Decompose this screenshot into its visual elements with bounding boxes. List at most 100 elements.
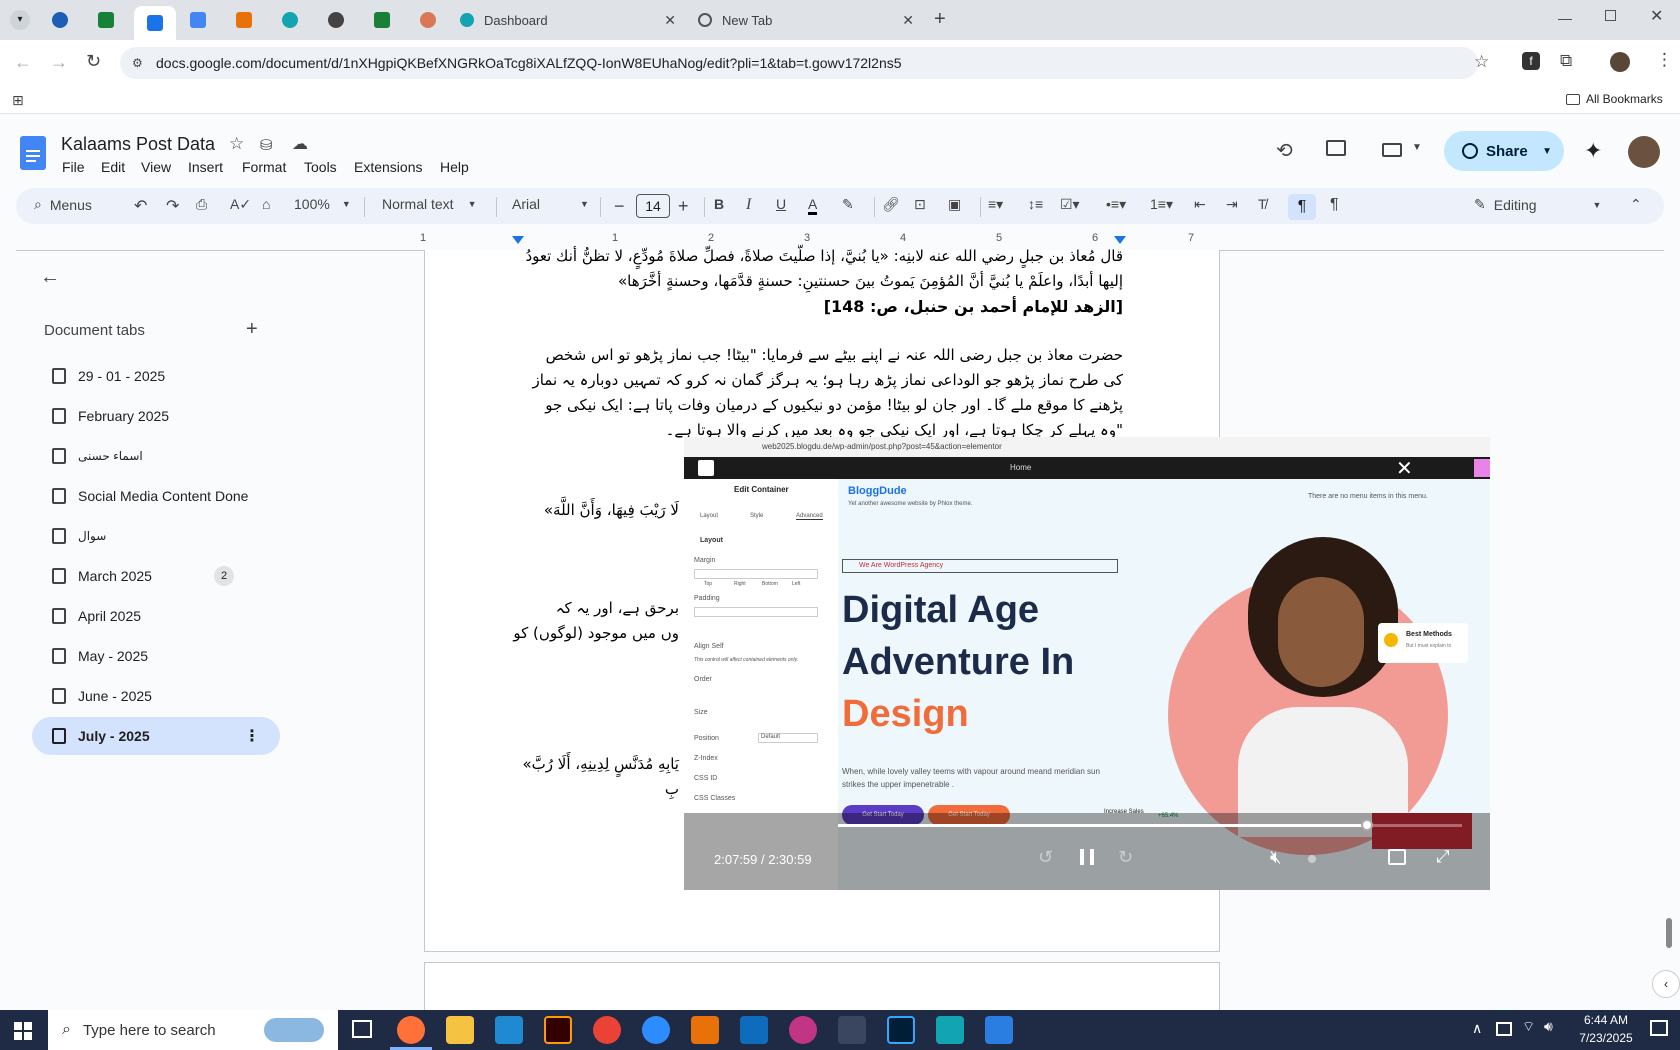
document-page-2[interactable]	[424, 962, 1220, 1012]
volume-icon[interactable]: 🔊︎	[1544, 1018, 1553, 1035]
version-history-icon[interactable]: ⟲	[1276, 138, 1293, 163]
italic-icon[interactable]: I	[746, 196, 751, 214]
menu-format[interactable]: Format	[242, 159, 286, 175]
all-bookmarks[interactable]: All Bookmarks	[1566, 92, 1663, 106]
right-indent-marker[interactable]	[1114, 236, 1126, 244]
menu-tools[interactable]: Tools	[304, 159, 337, 175]
checklist-icon[interactable]: ☑▾	[1060, 196, 1080, 213]
restore-icon[interactable]	[1605, 10, 1616, 21]
video-progress-knob[interactable]	[1360, 819, 1373, 831]
font-select[interactable]: Arial ▼	[512, 196, 589, 212]
bookmark-star-icon[interactable]: ☆	[1474, 52, 1489, 72]
pinned-tab-7[interactable]	[318, 6, 354, 34]
chrome-menu-icon[interactable]: ⋮	[1656, 50, 1673, 70]
minimize-icon[interactable]: —	[1558, 10, 1572, 26]
redo-icon[interactable]: ↷	[166, 196, 179, 216]
share-dropdown-icon[interactable]: ▼	[1542, 146, 1552, 157]
pinned-app-icon[interactable]	[936, 1016, 964, 1044]
sidebar-item-february-2025[interactable]: February 2025	[32, 397, 280, 435]
video-expand-icon[interactable]	[1474, 459, 1490, 477]
extension-f-icon[interactable]: f	[1522, 52, 1540, 70]
sidebar-item-asma-husna[interactable]: اسماء حسنی	[32, 437, 280, 475]
address-bar[interactable]: docs.google.com/document/d/1nXHgpiQKBefX…	[120, 47, 1478, 79]
vscode-icon[interactable]	[495, 1016, 523, 1044]
wifi-icon[interactable]: ⌔	[1522, 1018, 1535, 1036]
add-comment-icon[interactable]: ⊡	[914, 196, 926, 213]
editing-mode-select[interactable]: ✎ Editing ▼	[1474, 196, 1601, 213]
meet-dropdown-icon[interactable]: ▼	[1412, 142, 1422, 153]
pinned-tab-1[interactable]	[42, 6, 78, 34]
side-panel-toggle-icon[interactable]: ‹	[1652, 970, 1680, 998]
menu-edit[interactable]: Edit	[101, 159, 125, 175]
apps-grid-icon[interactable]: ⊞	[12, 92, 24, 109]
font-size-input[interactable]: 14	[636, 194, 670, 218]
sidebar-item-may-2025[interactable]: May - 2025	[32, 637, 280, 675]
menu-help[interactable]: Help	[440, 159, 469, 175]
paint-app-icon[interactable]	[985, 1016, 1013, 1044]
gemini-icon[interactable]: ✦	[1584, 138, 1602, 164]
zoom-icon[interactable]	[642, 1016, 670, 1044]
profile-avatar[interactable]	[1610, 52, 1630, 72]
user-avatar[interactable]	[1628, 136, 1660, 168]
line-spacing-icon[interactable]: ↕≡	[1028, 196, 1043, 212]
pinned-tab-docs-active[interactable]	[134, 6, 176, 40]
decrease-font-icon[interactable]: −	[614, 196, 625, 217]
rtl-pilcrow-icon[interactable]: ¶	[1330, 196, 1339, 214]
firefox-icon[interactable]	[397, 1016, 425, 1044]
photoshop-icon[interactable]	[887, 1016, 915, 1044]
paint-format-icon[interactable]: ⌂	[262, 196, 270, 212]
text-color-icon[interactable]: A	[808, 196, 818, 215]
extensions-puzzle-icon[interactable]: ⧉	[1560, 51, 1572, 71]
numbered-list-icon[interactable]: 1≡▾	[1150, 196, 1173, 213]
forward-10-icon[interactable]: ↻	[1118, 847, 1133, 868]
color-app-icon[interactable]	[789, 1016, 817, 1044]
reload-icon[interactable]: ↻	[86, 51, 101, 72]
pinned-tab-2[interactable]	[88, 6, 124, 34]
share-button[interactable]: Share ▼	[1444, 131, 1564, 171]
fullscreen-icon[interactable]: ⤢	[1436, 847, 1450, 867]
windows-start-icon[interactable]	[14, 1022, 32, 1040]
align-icon[interactable]: ≡▾	[988, 196, 1003, 213]
site-info-icon[interactable]: ⚙	[132, 56, 143, 70]
sidebar-back-icon[interactable]: ←	[40, 266, 60, 289]
decrease-indent-icon[interactable]: ⇤	[1194, 196, 1206, 213]
bulleted-list-icon[interactable]: •≡▾	[1106, 196, 1126, 213]
increase-font-icon[interactable]: +	[678, 196, 689, 217]
close-icon[interactable]: ✕	[664, 12, 676, 29]
left-indent-marker[interactable]	[512, 236, 524, 244]
video-progress-track[interactable]	[838, 819, 1462, 831]
sidebar-item-29-01-2025[interactable]: 29 - 01 - 2025	[32, 357, 280, 395]
move-folder-icon[interactable]: ⛁	[260, 136, 273, 154]
increase-indent-icon[interactable]: ⇥	[1226, 196, 1238, 213]
ltr-pilcrow-icon[interactable]: ¶	[1288, 194, 1316, 220]
menu-view[interactable]: View	[141, 159, 171, 175]
pinned-tab-8[interactable]	[364, 6, 400, 34]
meet-camera-icon[interactable]	[1382, 143, 1402, 157]
rewind-10-icon[interactable]: ↺	[1038, 847, 1053, 868]
taskbar-date[interactable]: 7/23/2025	[1574, 1031, 1638, 1045]
forward-icon[interactable]: →	[50, 52, 68, 73]
outlook-icon[interactable]	[740, 1016, 768, 1044]
chrome-icon[interactable]	[593, 1016, 621, 1044]
notifications-icon[interactable]	[1650, 1020, 1668, 1036]
window-close-icon[interactable]: ✕	[1650, 6, 1663, 26]
pinned-tab-4[interactable]	[180, 6, 216, 34]
illustrator-icon[interactable]	[544, 1016, 572, 1044]
spellcheck-icon[interactable]: A✓	[230, 196, 251, 213]
tab-dashboard[interactable]: Dashboard ✕	[460, 6, 682, 34]
design-app-icon[interactable]	[691, 1016, 719, 1044]
add-tab-icon[interactable]: +	[246, 318, 258, 341]
tab-search-button[interactable]: ▾	[10, 10, 30, 30]
vertical-scrollbar[interactable]	[1666, 918, 1672, 948]
sidebar-item-sawal[interactable]: سوال	[32, 517, 280, 555]
picture-in-picture-video[interactable]: web2025.blogdu.de/wp-admin/post.php?post…	[684, 437, 1490, 890]
pinned-tab-6[interactable]	[272, 6, 308, 34]
file-explorer-icon[interactable]	[446, 1016, 474, 1044]
pinned-tab-9[interactable]	[410, 6, 446, 34]
tab-options-icon[interactable]: ⋮	[244, 726, 260, 746]
volume-slider[interactable]	[1308, 855, 1316, 863]
link-icon[interactable]: 🔗︎	[882, 196, 900, 213]
menu-file[interactable]: File	[62, 159, 85, 175]
back-to-tab-icon[interactable]	[1388, 849, 1406, 865]
print-icon[interactable]: ⎙	[196, 196, 207, 213]
